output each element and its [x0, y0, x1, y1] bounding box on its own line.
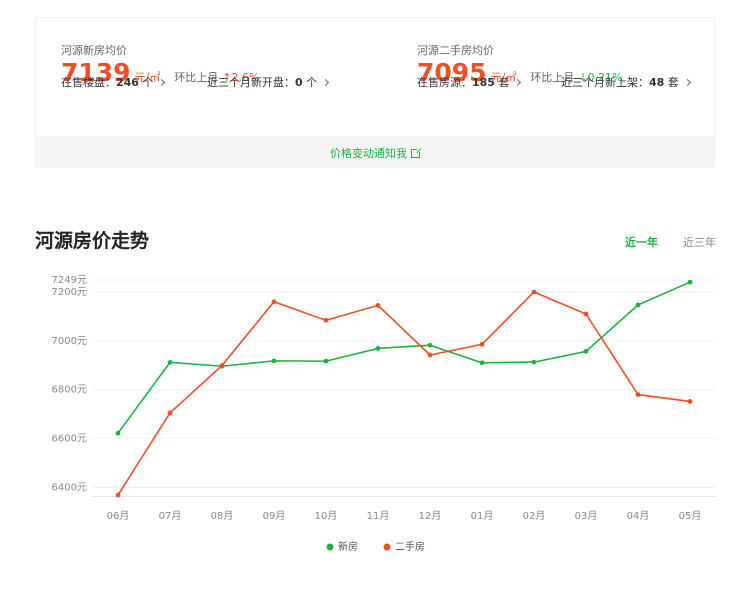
data-point [687, 399, 693, 404]
x-tick-label: 07月 [159, 510, 182, 522]
second-hand-title: 河源二手房均价 [417, 44, 494, 57]
data-point [323, 358, 329, 364]
data-point [687, 279, 693, 285]
on-sale-listings-count: 185 [472, 76, 495, 89]
price-summary-card: 河源新房均价 7139 元/㎡ 环比上月 ↑2.6% 在售楼盘：246 个 近三个… [35, 17, 715, 168]
data-point [479, 341, 485, 347]
x-tick-label: 06月 [107, 510, 130, 522]
y-tick-label: 6800元 [52, 385, 87, 396]
x-tick-label: 02月 [523, 510, 546, 522]
y-tick-label: 7200元 [52, 287, 87, 298]
x-tick-label: 12月 [419, 510, 442, 522]
on-sale-listings-link[interactable]: 在售房源：185 套 [417, 74, 522, 90]
legend-marker [383, 543, 391, 551]
data-point [479, 360, 485, 366]
new-listings-label: 近三个月新上架： [561, 76, 649, 89]
data-point [115, 430, 121, 436]
series-line-1 [117, 291, 691, 496]
legend-label: 二手房 [395, 540, 425, 553]
price-change-notify-link[interactable]: 价格变动通知我 [330, 145, 422, 161]
y-tick-label: 6400元 [52, 482, 87, 493]
data-point [583, 348, 589, 354]
y-tick-label: 7000元 [52, 336, 87, 347]
new-listings-link[interactable]: 近三个月新上架：48 套 [561, 74, 691, 90]
on-sale-projects-label: 在售楼盘： [61, 76, 116, 89]
data-point [635, 302, 641, 308]
data-point [427, 352, 433, 358]
new-listings-count: 48 [649, 76, 665, 89]
data-point [583, 311, 589, 317]
notify-bar: 价格变动通知我 [36, 136, 714, 168]
on-sale-listings-unit: 套 [494, 76, 510, 89]
new-listings-unit: 套 [664, 76, 679, 89]
data-point [375, 303, 381, 308]
x-tick-label: 05月 [679, 510, 702, 522]
data-point [531, 289, 537, 295]
x-tick-label: 09月 [263, 510, 286, 522]
price-summary-body: 河源新房均价 7139 元/㎡ 环比上月 ↑2.6% 在售楼盘：246 个 近三个… [36, 18, 714, 136]
chevron-right-icon [322, 78, 330, 87]
series-line-0 [117, 281, 691, 434]
data-point [167, 410, 173, 416]
x-tick-label: 10月 [315, 510, 338, 522]
data-point [271, 299, 277, 305]
chevron-right-icon [158, 78, 166, 87]
on-sale-projects-unit: 个 [138, 76, 154, 89]
legend-label: 新房 [338, 540, 358, 553]
x-tick-label: 11月 [367, 510, 390, 522]
data-point [167, 359, 173, 365]
data-point [375, 346, 381, 351]
y-tick-label: 7249元 [52, 275, 87, 286]
on-sale-listings-label: 在售房源： [417, 76, 472, 89]
x-tick-label: 04月 [627, 510, 650, 522]
chevron-right-icon [514, 78, 522, 87]
x-tick-label: 08月 [211, 510, 234, 522]
data-point [635, 392, 641, 397]
new-house-title: 河源新房均价 [61, 44, 127, 57]
data-point [531, 359, 537, 365]
y-tick-label: 6600元 [52, 434, 87, 445]
new-openings-count: 0 [295, 76, 303, 89]
tab-one-year[interactable]: 近一年 [625, 234, 658, 250]
price-trend-chart: 6400元 6600元 6800元 7000元 7200元7249元 06月 07月 08月 0… [52, 275, 716, 553]
data-point [323, 317, 329, 323]
data-point [271, 358, 277, 364]
data-point [219, 363, 225, 368]
on-sale-projects-link[interactable]: 在售楼盘：246 个 [61, 74, 166, 90]
x-tick-label: 03月 [575, 510, 598, 522]
legend-marker [326, 543, 334, 551]
data-point [115, 492, 121, 498]
tab-three-years[interactable]: 近三年 [683, 234, 716, 250]
new-openings-link[interactable]: 近三个月新开盘：0 个 [207, 74, 330, 90]
notify-label: 价格变动通知我 [330, 147, 407, 160]
external-link-icon [411, 147, 422, 158]
chevron-right-icon [683, 78, 691, 87]
on-sale-projects-count: 246 [116, 76, 139, 89]
new-openings-label: 近三个月新开盘： [207, 76, 295, 89]
data-point [427, 342, 433, 348]
new-openings-unit: 个 [302, 76, 318, 89]
trend-title: 河源房价走势 [35, 230, 150, 252]
x-tick-label: 01月 [471, 510, 494, 522]
